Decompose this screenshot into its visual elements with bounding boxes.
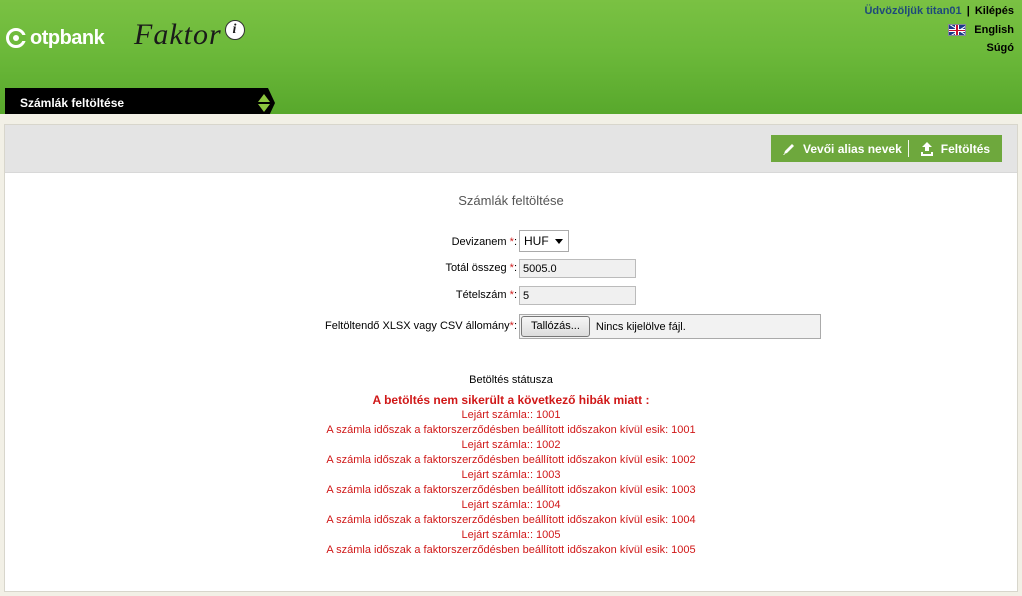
faktor-logo-text: Faktor	[134, 18, 222, 51]
status-error-list: Lejárt számla:: 1001 A számla időszak a …	[5, 408, 1017, 558]
item-count-input[interactable]	[519, 286, 636, 305]
buyer-alias-label: Vevői alias nevek	[803, 141, 902, 156]
main-panel: Vevői alias nevek Feltöltés Számlák felt…	[4, 124, 1018, 592]
language-switch[interactable]: English	[864, 24, 1014, 36]
currency-row: Devizanem *: HUF	[5, 230, 1017, 252]
error-message: Lejárt számla:: 1004	[461, 499, 561, 511]
file-status-text: Nincs kijelölve fájl.	[595, 320, 686, 333]
currency-label: Devizanem *:	[451, 236, 517, 248]
error-message: Lejárt számla:: 1001	[461, 409, 561, 421]
user-links: Üdvözöljük titan01 | Kilépés English Súg…	[864, 4, 1014, 54]
logout-link[interactable]: Kilépés	[975, 5, 1014, 17]
welcome-user-link[interactable]: Üdvözöljük titan01	[864, 5, 961, 17]
error-message: Lejárt számla:: 1002	[461, 439, 561, 451]
tab-label: Számlák feltöltése	[20, 96, 125, 110]
form-title: Számlák feltöltése	[458, 193, 564, 208]
dropdown-caret-icon	[555, 239, 563, 244]
browse-button[interactable]: Tallózás...	[521, 316, 590, 337]
action-buttons: Vevői alias nevek Feltöltés	[771, 135, 1002, 162]
otp-logo-text: otpbank	[30, 26, 105, 49]
file-row: Feltöltendő XLSX vagy CSV állomány*: Tal…	[5, 314, 1017, 339]
buyer-alias-button[interactable]: Vevői alias nevek	[771, 135, 908, 162]
status-title: Betöltés státusza	[469, 374, 553, 386]
language-label: English	[974, 24, 1014, 36]
uk-flag-icon	[948, 24, 967, 36]
error-message: A számla időszak a faktorszerződésben be…	[326, 544, 696, 556]
error-message: A számla időszak a faktorszerződésben be…	[326, 424, 696, 436]
file-label: Feltöltendő XLSX vagy CSV állomány*:	[325, 320, 517, 332]
otp-logo-icon	[6, 28, 26, 48]
upload-label: Feltöltés	[940, 141, 991, 156]
total-amount-input[interactable]	[519, 259, 636, 278]
count-row: Tételszám *:	[5, 286, 1017, 306]
upload-button[interactable]: Feltöltés	[909, 135, 996, 162]
help-link[interactable]: Súgó	[864, 42, 1015, 54]
button-divider	[907, 140, 909, 157]
currency-select[interactable]: HUF	[519, 230, 569, 252]
count-label: Tételszám *:	[455, 289, 517, 301]
link-separator: |	[966, 5, 970, 17]
currency-value: HUF	[524, 234, 549, 248]
upload-icon	[920, 141, 933, 156]
status-error-headline: A betöltés nem sikerült a következő hibá…	[372, 393, 650, 407]
header-bar: otpbank Faktor i Üdvözöljük titan01 | Ki…	[0, 0, 1022, 118]
pencil-icon	[783, 143, 794, 155]
expand-arrows-icon[interactable]	[258, 94, 270, 112]
faktor-logo: Faktor i	[134, 18, 245, 52]
error-message: A számla időszak a faktorszerződésben be…	[326, 514, 696, 526]
error-message: Lejárt számla:: 1003	[461, 469, 561, 481]
total-row: Totál összeg *:	[5, 259, 1017, 279]
otpbank-logo: otpbank	[6, 26, 105, 50]
info-badge-icon: i	[225, 20, 245, 40]
error-message: A számla időszak a faktorszerződésben be…	[326, 454, 696, 466]
error-message: A számla időszak a faktorszerződésben be…	[326, 484, 696, 496]
file-input[interactable]: Tallózás... Nincs kijelölve fájl.	[519, 314, 821, 339]
total-label: Totál összeg *:	[445, 262, 517, 274]
toolbar: Vevői alias nevek Feltöltés	[5, 125, 1017, 173]
error-message: Lejárt számla:: 1005	[461, 529, 561, 541]
